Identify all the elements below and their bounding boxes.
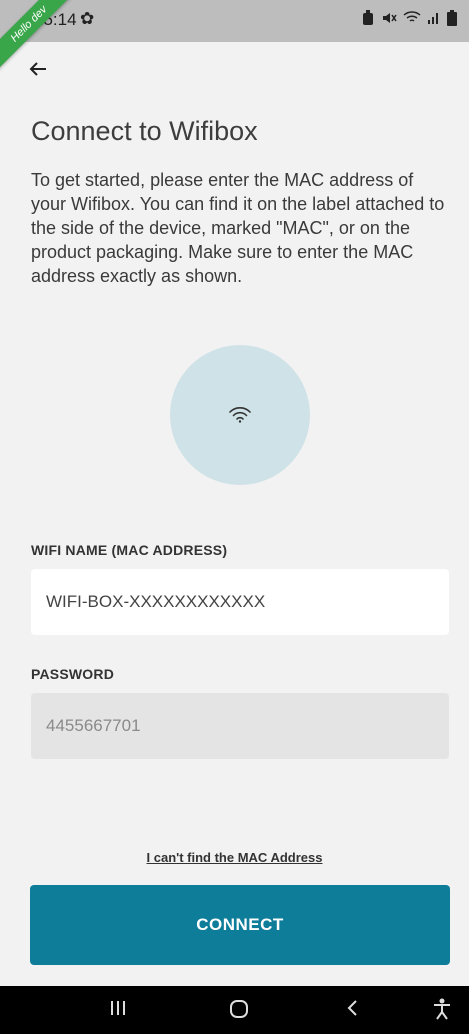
system-nav-bar (0, 986, 469, 1034)
intro-text: To get started, please enter the MAC add… (31, 170, 445, 286)
home-button[interactable] (228, 998, 250, 1025)
recent-apps-icon (111, 1001, 125, 1015)
wifi-icon (229, 407, 251, 423)
connect-button[interactable]: CONNECT (30, 885, 450, 965)
wifi-status-icon (403, 11, 421, 22)
signal-icon (428, 13, 438, 24)
status-bar: 15:14 ✿ (0, 0, 469, 42)
mute-icon (383, 13, 397, 23)
cant-find-mac-link[interactable]: I can't find the MAC Address (0, 850, 469, 865)
recent-apps-button[interactable] (110, 998, 126, 1023)
page-title: Connect to Wifibox (31, 116, 258, 146)
alarm-icon (363, 10, 373, 25)
back-nav-button[interactable] (345, 998, 359, 1023)
password-input[interactable] (31, 693, 449, 759)
chevron-left-icon (347, 1000, 357, 1016)
password-field-label: PASSWORD (31, 666, 115, 682)
battery-icon (447, 10, 457, 26)
mac-field-label: WIFI NAME (MAC ADDRESS) (31, 542, 228, 558)
arrow-left-icon (29, 62, 46, 76)
mac-address-input[interactable] (31, 569, 449, 635)
home-icon (230, 1000, 248, 1018)
accessibility-button[interactable] (432, 998, 452, 1025)
wifi-illustration (170, 345, 310, 485)
accessibility-icon (434, 998, 450, 1020)
gear-icon: ✿ (80, 9, 95, 28)
status-icons (361, 10, 457, 26)
back-button[interactable] (28, 58, 56, 86)
